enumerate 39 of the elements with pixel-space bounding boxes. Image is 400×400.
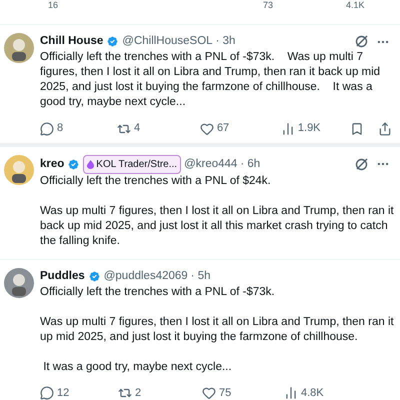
- avatar[interactable]: [4, 154, 34, 185]
- like-count: 73: [263, 0, 274, 12]
- author-handle[interactable]: @kreo444: [184, 156, 238, 173]
- author-name[interactable]: Puddles: [40, 268, 85, 285]
- repost-icon[interactable]: [118, 386, 132, 400]
- author-handle[interactable]: @puddles42069: [104, 268, 188, 285]
- author-handle[interactable]: @ChillHouseSOL: [122, 33, 213, 50]
- post-text: Officially left the trenches with a PNL of -$73k.: [40, 285, 276, 300]
- author-name[interactable]: Chill House: [40, 33, 104, 50]
- views-count: 4.1K: [346, 0, 365, 12]
- post-text: Was up multi 7 figures, then I lost it all on Libra and Trump, then ran it back up mid 2025, and just lost it all this market crash trying to catch the falling knife.: [40, 204, 394, 249]
- post-time: · 5h: [190, 268, 210, 284]
- repost-count: 2: [135, 386, 142, 400]
- reply-icon[interactable]: [40, 122, 54, 136]
- post-time: · 6h: [240, 156, 260, 172]
- reply-count: 8: [57, 121, 64, 136]
- post-text: Officially left the trenches with a PNL of $24k.: [40, 174, 272, 189]
- avatar[interactable]: [4, 268, 34, 298]
- bookmark-icon[interactable]: [350, 122, 364, 136]
- reply-count: 12: [57, 386, 70, 400]
- like-count: 67: [216, 121, 230, 136]
- views-icon[interactable]: [284, 386, 298, 400]
- share-icon[interactable]: [378, 122, 392, 136]
- reply-icon[interactable]: [40, 386, 54, 400]
- repost-count: 4: [134, 121, 140, 136]
- avatar[interactable]: [4, 33, 34, 63]
- views-icon[interactable]: [280, 122, 295, 136]
- reply-count: 16: [48, 0, 60, 12]
- author-name[interactable]: kreo: [40, 156, 64, 173]
- views-count: 1.9K: [298, 121, 321, 136]
- post-text: Officially left the trenches with a PNL of -$73k. Was up multi 7 figures, then I lost it all on Libra and Trump, then ran it back up mid 2025, and just lost it buying the farmzone of chillhouse. It was a good try, maybe next cycle...: [40, 50, 382, 110]
- post-text: Was up multi 7 figures, then I lost it all on Libra and Trump, then ran it up mid 2025, and just lost it buying the farmzone of chillhouse.: [40, 315, 394, 345]
- affiliate-badge[interactable]: KOL Trader/Stre...: [83, 154, 182, 174]
- post-time: · 3h: [216, 34, 236, 49]
- like-icon[interactable]: [202, 386, 216, 400]
- like-icon[interactable]: [200, 122, 214, 136]
- views-count: 4.8K: [301, 386, 324, 400]
- like-count: 75: [219, 386, 232, 400]
- post-text: It was a good try, maybe next cycle...: [42, 360, 233, 375]
